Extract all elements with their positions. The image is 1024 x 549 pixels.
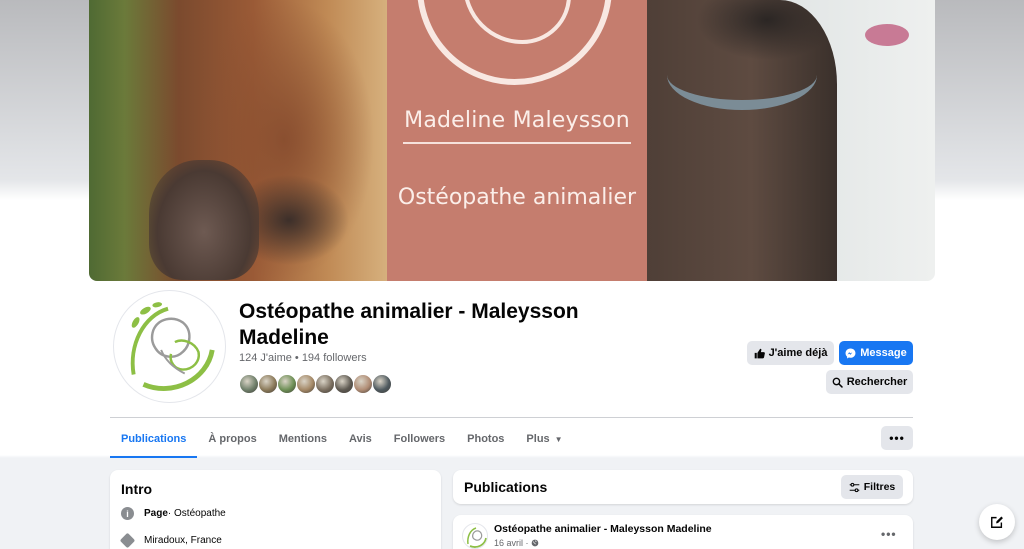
cover-business-card: Madeline Maleysson Ostéopathe animalier: [387, 0, 647, 281]
message-button[interactable]: Message: [839, 341, 913, 365]
more-options-button[interactable]: •••: [881, 426, 913, 450]
message-button-label: Message: [860, 347, 907, 359]
like-button-label: J'aime déjà: [768, 347, 828, 359]
globe-icon: [531, 539, 539, 547]
tab-reviews[interactable]: Avis: [338, 420, 383, 458]
page-stats[interactable]: 124 J'aime • 194 followers: [239, 352, 367, 364]
intro-card: Intro i Page · Ostéopathe Miradoux, Fran…: [110, 470, 441, 549]
cover-photo[interactable]: Madeline Maleysson Ostéopathe animalier: [89, 0, 935, 281]
messenger-icon: [845, 348, 856, 358]
tabs-divider: [110, 417, 913, 418]
page-tabs: Publications À propos Mentions Avis Foll…: [110, 420, 574, 458]
logo-icon: [130, 302, 215, 391]
follower-avatar[interactable]: [334, 374, 354, 394]
intro-title: Intro: [121, 481, 153, 497]
logo-icon: [467, 527, 487, 548]
publications-header-card: Publications Filtres: [453, 470, 913, 504]
intro-category-label: Page: [144, 508, 168, 519]
cover-horse-image: [89, 0, 387, 281]
follower-avatar[interactable]: [296, 374, 316, 394]
filters-button-label: Filtres: [863, 481, 896, 493]
intro-category: i Page · Ostéopathe: [121, 507, 226, 520]
follower-avatar[interactable]: [258, 374, 278, 394]
search-button[interactable]: Rechercher: [826, 370, 913, 394]
cover-divider: [403, 142, 631, 144]
intro-location-text[interactable]: Miradoux, France: [144, 535, 222, 546]
search-icon: [832, 377, 843, 388]
tab-mentions[interactable]: Mentions: [268, 420, 338, 458]
follower-avatar[interactable]: [239, 374, 259, 394]
follower-avatar[interactable]: [372, 374, 392, 394]
dog-tongue: [865, 24, 909, 46]
cover-name-text: Madeline Maleysson: [404, 108, 630, 133]
intro-category-value[interactable]: · Ostéopathe: [168, 508, 226, 519]
cover-logo-icon: [417, 0, 612, 85]
tab-photos[interactable]: Photos: [456, 420, 515, 458]
cover-dog-image: [647, 0, 935, 281]
follower-avatar[interactable]: [277, 374, 297, 394]
page-title: Ostéopathe animalier - Maleysson Madelin…: [239, 300, 579, 349]
location-diamond-icon: [119, 532, 136, 549]
post-card: Ostéopathe animalier - Maleysson Madelin…: [453, 515, 913, 549]
compose-icon: [991, 516, 1003, 528]
post-author-avatar[interactable]: [462, 523, 488, 549]
followers-avatars[interactable]: [239, 374, 392, 394]
intro-location: Miradoux, France: [119, 532, 222, 549]
post-date-text[interactable]: 16 avril ·: [494, 538, 531, 548]
follower-avatar[interactable]: [353, 374, 373, 394]
filters-button[interactable]: Filtres: [841, 475, 903, 499]
post-options-button[interactable]: •••: [881, 527, 897, 541]
tab-more[interactable]: Plus ▼: [515, 420, 573, 458]
publications-title: Publications: [464, 479, 548, 495]
post-author-name[interactable]: Ostéopathe animalier - Maleysson Madelin…: [494, 523, 712, 535]
follower-avatar[interactable]: [315, 374, 335, 394]
post-date: 16 avril ·: [494, 538, 539, 548]
page-avatar[interactable]: [113, 290, 226, 403]
thumbs-up-icon: [754, 348, 765, 358]
tab-publications[interactable]: Publications: [110, 420, 198, 458]
compose-message-button[interactable]: [979, 504, 1015, 540]
tab-followers[interactable]: Followers: [383, 420, 456, 458]
like-button[interactable]: J'aime déjà: [747, 341, 834, 365]
sliders-icon: [849, 482, 860, 492]
cover-title-text: Ostéopathe animalier: [397, 185, 637, 210]
caret-down-icon: ▼: [554, 434, 563, 444]
tab-about[interactable]: À propos: [197, 420, 267, 458]
search-button-label: Rechercher: [846, 376, 908, 388]
info-icon: i: [121, 507, 134, 520]
